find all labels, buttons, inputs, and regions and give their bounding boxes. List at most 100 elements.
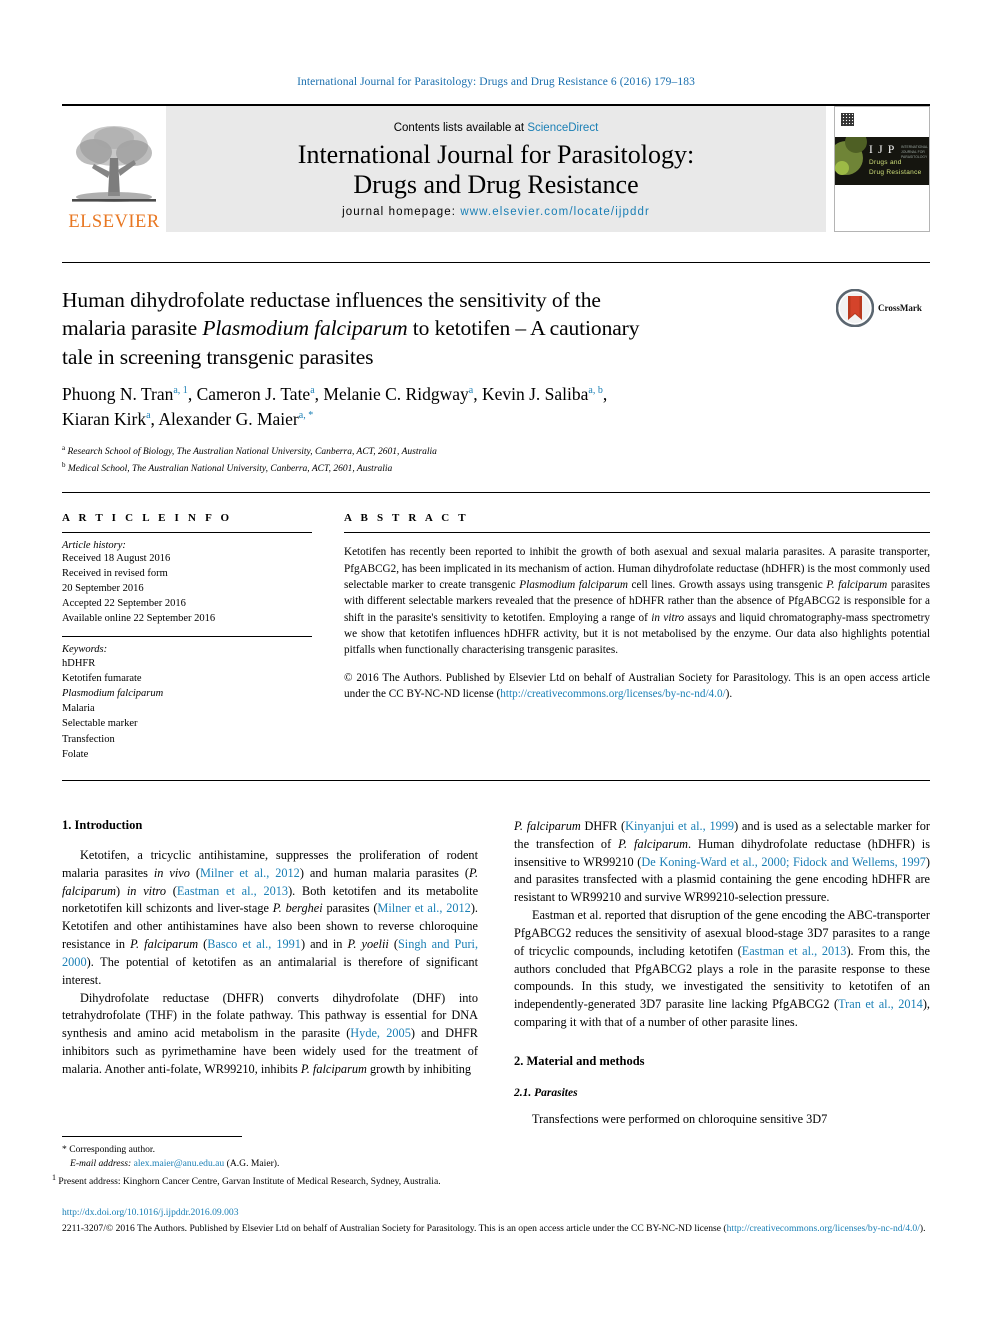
affiliation-list: a Research School of Biology, The Austra… [62,443,862,477]
cover-acronym: I J P [869,144,896,156]
intro-p1-italic6: P. yoelii [347,937,389,952]
citation-milner-2012-b[interactable]: Milner et al., 2012 [377,901,470,915]
footnote-email-suffix: (A.G. Maier). [226,1158,280,1170]
keyword-6: Folate [62,748,89,760]
footnote-email: E-mail address: alex.maier@anu.edu.au (A… [62,1157,478,1171]
author-5-sup: a [146,410,151,422]
citation-eastman-2013-b[interactable]: Eastman et al., 2013 [742,944,847,958]
footnote-block: * Corresponding author. E-mail address: … [52,1143,478,1190]
footer-license-link-part1[interactable]: http:// [727,1223,750,1234]
affiliation-a-mark: a [62,444,66,452]
citation-eastman-2013-a[interactable]: Eastman et al., 2013 [177,884,288,898]
intro-p1-seg11: ( [388,937,398,952]
keyword-5: Transfection [62,733,115,745]
intro-p1-seg4: ) [115,883,127,898]
body-column-right: P. falciparum DHFR (Kinyanjui et al., 19… [514,818,930,1129]
intro-p1-seg10: ) and in [300,937,348,952]
cover-art-band: I J P INTERNATIONAL JOURNAL FOR PARASITOLO… [835,137,929,185]
methods-paragraph-1: Transfections were performed on chloroqu… [532,1111,828,1126]
citation-dekoningward-fidock[interactable]: De Koning-Ward et al., 2000; Fidock and … [641,855,925,869]
article-history-4: Available online 22 September 2016 [62,612,216,624]
intro-p1-italic5: P. falciparum [130,937,199,952]
intro-p1-italic4: P. berghei [272,901,323,916]
intro-p1-italic3: in vitro [126,883,166,898]
homepage-label: journal homepage: [342,205,461,218]
footer-copyright-suffix: ). [919,1222,926,1234]
body-column-left: 1. Introduction Ketotifen, a tricyclic a… [62,818,478,1129]
title-line-1: Human dihydrofolate reductase influences… [62,288,601,312]
cover-subtitle: Drugs and Drug Resistance [869,158,922,178]
right-p1-seg1: DHFR ( [580,819,626,833]
footnote-present-mark: 1 [52,1172,56,1182]
keywords-label: Keywords: [62,643,108,655]
abstract-italic-1: Plasmodium falciparum [519,578,628,591]
journal-homepage-line: journal homepage: www.elsevier.com/locat… [342,206,650,218]
homepage-url-link[interactable]: www.elsevier.com/locate/ijpddr [460,206,650,218]
info-abstract-section: A R T I C L E I N F O Article history: R… [62,512,930,762]
intro-p1-seg2: ( [189,865,200,880]
doi-link[interactable]: http://dx.doi.org/10.1016/j.ijpddr.2016.… [62,1206,930,1220]
abstract-column: A B S T R A C T Ketotifen has recently b… [344,512,930,762]
author-3-sup: a [468,385,474,397]
author-2: Cameron J. Tate [196,384,311,404]
elsevier-logo: ELSEVIER [62,106,166,232]
keyword-1: Ketotifen fumarate [62,672,142,684]
citation-basco-1991[interactable]: Basco et al., 1991 [207,937,301,951]
intro-p1-seg9: ( [198,937,208,952]
footnote-email-label: E-mail address: [70,1158,132,1170]
article-history-0: Received 18 August 2016 [62,553,171,564]
footnote-present-address: 1 Present address: Kinghorn Cancer Centr… [52,1172,478,1190]
cc-license-link[interactable]: http://creativecommons.org/licenses/by-n… [500,688,725,700]
footnote-present-text: Present address: Kinghorn Cancer Centre,… [58,1175,441,1187]
info-top-rule [62,492,930,493]
body-top-rule [62,780,930,781]
paper-page: International Journal for Parasitology: … [0,0,992,1323]
article-title-block: Human dihydrofolate reductase influences… [62,286,822,371]
article-history-3: Accepted 22 September 2016 [62,597,186,609]
intro-p1-seg5: ( [165,883,177,898]
cover-subtitle-line2: Drug Resistance [869,168,922,176]
author-4-sup: a, b [588,385,603,397]
journal-title-line1: International Journal for Parasitology: [297,140,695,170]
journal-band: Contents lists available at ScienceDirec… [166,106,826,232]
sciencedirect-link[interactable]: ScienceDirect [527,122,598,134]
keyword-0: hDHFR [62,657,96,669]
right-p1-italic1: P. falciparum [514,819,581,833]
affiliation-b: b Medical School, The Australian Nationa… [62,460,862,477]
article-body: 1. Introduction Ketotifen, a tricyclic a… [62,818,930,1129]
citation-kinyanjui-1999[interactable]: Kinyanjui et al., 1999 [625,819,734,833]
affiliation-b-text: Medical School, The Australian National … [67,464,393,475]
author-2-sup: a [310,385,315,397]
author-4: Kevin J. Saliba [481,384,589,404]
footnote-email-link[interactable]: alex.maier@anu.edu.au [134,1158,225,1169]
affiliation-b-mark: b [62,460,66,469]
article-history-label: Article history: [62,540,126,551]
abstract-copyright: © 2016 The Authors. Published by Elsevie… [344,670,930,703]
title-species-italic: Plasmodium falciparum [202,316,408,341]
intro-p2-seg3: growth by inhibiting [366,1061,472,1076]
citation-milner-2012-a[interactable]: Milner et al., 2012 [200,866,300,880]
footer-license-link-part2[interactable]: creativecommons.org/licenses/by-nc-nd/4.… [750,1223,920,1234]
citation-hyde-2005[interactable]: Hyde, 2005 [350,1026,411,1040]
cover-qr-icon [841,113,854,126]
abstract-paragraph: Ketotifen has recently been reported to … [344,544,930,658]
heading-parasites: 2.1. Parasites [514,1086,578,1099]
crossmark-badge[interactable]: CrossMark [836,288,932,328]
contents-available-line: Contents lists available at ScienceDirec… [394,122,599,134]
intro-paragraph-1: Ketotifen, a tricyclic antihistamine, su… [62,847,478,990]
article-info-column: A R T I C L E I N F O Article history: R… [62,512,312,762]
abstract-italic-3: in vitro [651,611,685,624]
title-line-2b: to ketotifen – A cautionary [407,316,640,341]
right-paragraph-2: Eastman et al. reported that disruption … [514,907,930,1032]
right-p1-italic2: P. falciparum [618,836,689,851]
abstract-seg-2: cell lines. Growth assays using transgen… [627,578,827,591]
elsevier-tree-icon [72,125,156,202]
keyword-3: Malaria [62,703,95,715]
author-6: Alexander G. Maier [158,409,299,430]
citation-tran-2014[interactable]: Tran et al., 2014 [838,997,923,1011]
footer-copyright-text: 2211-3207/© 2016 The Authors. Published … [62,1222,727,1234]
author-1-sup: a, 1 [173,385,188,397]
intro-paragraph-2: Dihydrofolate reductase (DHFR) converts … [62,990,478,1079]
right-paragraph-1: P. falciparum DHFR (Kinyanjui et al., 19… [514,818,930,907]
affiliation-a: a Research School of Biology, The Austra… [62,443,862,460]
